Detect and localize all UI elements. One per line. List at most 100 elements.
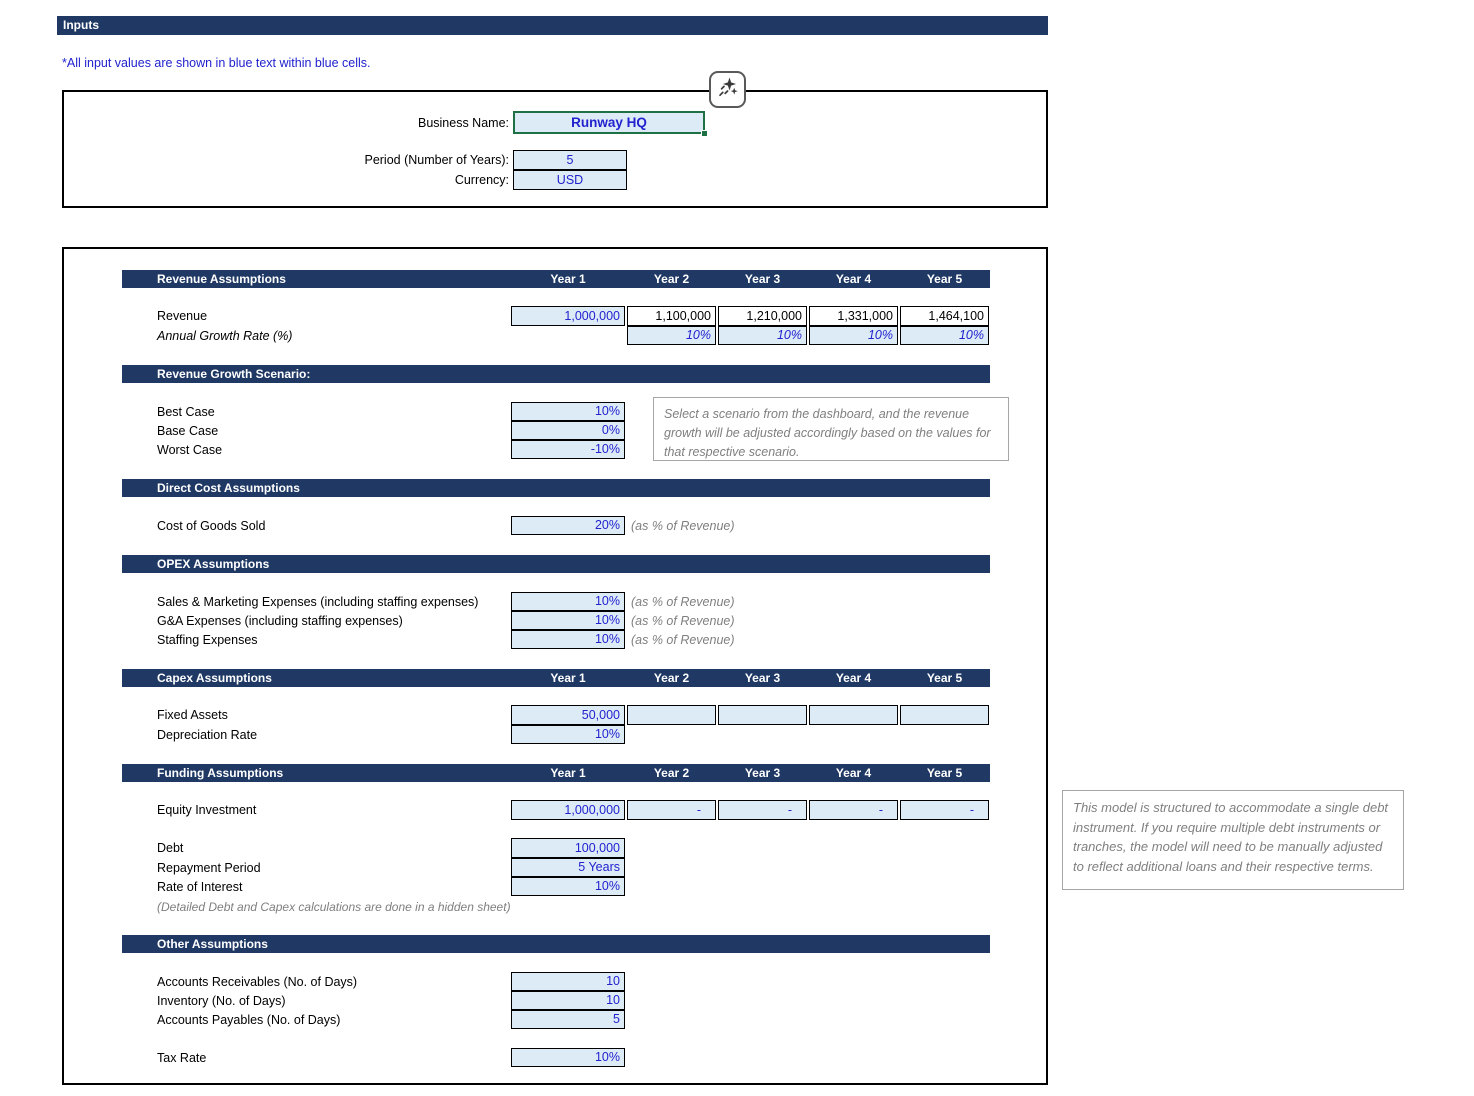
sales-marketing-row: Sales & Marketing Expenses (including st… bbox=[122, 592, 990, 611]
setup-box: Business Name: Runway HQ Period (Number … bbox=[62, 90, 1048, 208]
section-bar-direct-cost: Direct Cost Assumptions bbox=[122, 479, 990, 497]
sales-marketing-label: Sales & Marketing Expenses (including st… bbox=[122, 595, 510, 609]
year-header-1: Year 1 bbox=[510, 270, 626, 288]
growth-y2-cell[interactable]: 10% bbox=[627, 326, 716, 345]
fixed-assets-y5-cell[interactable] bbox=[900, 705, 989, 725]
section-title-capex: Capex Assumptions bbox=[122, 669, 510, 687]
base-case-label: Base Case bbox=[122, 424, 510, 438]
fixed-assets-y4-cell[interactable] bbox=[809, 705, 898, 725]
input-convention-note: *All input values are shown in blue text… bbox=[62, 56, 371, 70]
repayment-row: Repayment Period 5 Years bbox=[122, 858, 990, 877]
staffing-expenses-cell[interactable]: 10% bbox=[511, 630, 625, 649]
staffing-expenses-label: Staffing Expenses bbox=[122, 633, 510, 647]
business-name-input[interactable]: Runway HQ bbox=[513, 111, 705, 134]
revenue-y1-cell[interactable]: 1,000,000 bbox=[511, 306, 625, 326]
tax-rate-row: Tax Rate 10% bbox=[122, 1048, 990, 1067]
equity-row: Equity Investment 1,000,000 - - - - bbox=[122, 800, 990, 820]
inventory-label: Inventory (No. of Days) bbox=[122, 994, 510, 1008]
section-title-opex: OPEX Assumptions bbox=[122, 555, 510, 573]
sparkle-wand-icon bbox=[716, 75, 740, 104]
section-title-other: Other Assumptions bbox=[122, 935, 510, 953]
growth-rate-label: Annual Growth Rate (%) bbox=[122, 329, 510, 343]
sales-marketing-cell[interactable]: 10% bbox=[511, 592, 625, 611]
debt-instrument-note: This model is structured to accommodate … bbox=[1062, 790, 1404, 890]
interest-cell[interactable]: 10% bbox=[511, 877, 625, 896]
fixed-assets-y3-cell[interactable] bbox=[718, 705, 807, 725]
section-title-scenario: Revenue Growth Scenario: bbox=[122, 365, 510, 383]
fixed-assets-row: Fixed Assets 50,000 bbox=[122, 705, 990, 725]
debt-cell[interactable]: 100,000 bbox=[511, 838, 625, 858]
ga-expenses-label: G&A Expenses (including staffing expense… bbox=[122, 614, 510, 628]
ga-expenses-suffix: (as % of Revenue) bbox=[626, 614, 990, 628]
staffing-expenses-row: Staffing Expenses 10% (as % of Revenue) bbox=[122, 630, 990, 649]
year-header-2: Year 2 bbox=[626, 270, 717, 288]
year-header-3: Year 3 bbox=[717, 669, 808, 687]
year-header-4: Year 4 bbox=[808, 764, 899, 782]
quick-analysis-button[interactable] bbox=[709, 71, 746, 108]
ga-expenses-cell[interactable]: 10% bbox=[511, 611, 625, 630]
debt-row: Debt 100,000 bbox=[122, 838, 990, 858]
base-case-cell[interactable]: 0% bbox=[511, 421, 625, 440]
fixed-assets-y2-cell[interactable] bbox=[627, 705, 716, 725]
cogs-cell[interactable]: 20% bbox=[511, 516, 625, 535]
period-label: Period (Number of Years): bbox=[64, 153, 509, 167]
revenue-row: Revenue 1,000,000 1,100,000 1,210,000 1,… bbox=[122, 306, 990, 326]
sales-marketing-suffix: (as % of Revenue) bbox=[626, 595, 990, 609]
revenue-y3-cell[interactable]: 1,210,000 bbox=[718, 306, 807, 326]
equity-y4-cell[interactable]: - bbox=[809, 800, 898, 820]
revenue-y5-cell[interactable]: 1,464,100 bbox=[900, 306, 989, 326]
year-header-2: Year 2 bbox=[626, 669, 717, 687]
depreciation-cell[interactable]: 10% bbox=[511, 725, 625, 744]
revenue-label: Revenue bbox=[122, 309, 510, 323]
worst-case-cell[interactable]: -10% bbox=[511, 440, 625, 459]
selection-fill-handle[interactable] bbox=[701, 130, 708, 137]
depreciation-row: Depreciation Rate 10% bbox=[122, 725, 990, 744]
growth-y3-cell[interactable]: 10% bbox=[718, 326, 807, 345]
growth-y5-cell[interactable]: 10% bbox=[900, 326, 989, 345]
year-header-5: Year 5 bbox=[899, 270, 990, 288]
receivables-row: Accounts Receivables (No. of Days) 10 bbox=[122, 972, 990, 991]
year-header-5: Year 5 bbox=[899, 669, 990, 687]
ga-expenses-row: G&A Expenses (including staffing expense… bbox=[122, 611, 990, 630]
section-bar-capex: Capex Assumptions Year 1 Year 2 Year 3 Y… bbox=[122, 669, 990, 687]
business-name-label: Business Name: bbox=[64, 116, 509, 130]
equity-y2-cell[interactable]: - bbox=[627, 800, 716, 820]
interest-label: Rate of Interest bbox=[122, 880, 510, 894]
period-input[interactable]: 5 bbox=[513, 150, 627, 170]
equity-y3-cell[interactable]: - bbox=[718, 800, 807, 820]
year-header-2: Year 2 bbox=[626, 764, 717, 782]
repayment-label: Repayment Period bbox=[122, 861, 510, 875]
year-header-4: Year 4 bbox=[808, 270, 899, 288]
tax-rate-cell[interactable]: 10% bbox=[511, 1048, 625, 1067]
receivables-label: Accounts Receivables (No. of Days) bbox=[122, 975, 510, 989]
equity-y5-cell[interactable]: - bbox=[900, 800, 989, 820]
inventory-row: Inventory (No. of Days) 10 bbox=[122, 991, 990, 1010]
equity-y1-cell[interactable]: 1,000,000 bbox=[511, 800, 625, 820]
fixed-assets-label: Fixed Assets bbox=[122, 708, 510, 722]
section-bar-other: Other Assumptions bbox=[122, 935, 990, 953]
currency-input[interactable]: USD bbox=[513, 170, 627, 190]
year-header-3: Year 3 bbox=[717, 764, 808, 782]
section-title-direct-cost: Direct Cost Assumptions bbox=[122, 479, 510, 497]
cogs-label: Cost of Goods Sold bbox=[122, 519, 510, 533]
best-case-cell[interactable]: 10% bbox=[511, 402, 625, 421]
revenue-y4-cell[interactable]: 1,331,000 bbox=[809, 306, 898, 326]
receivables-cell[interactable]: 10 bbox=[511, 972, 625, 991]
revenue-y2-cell[interactable]: 1,100,000 bbox=[627, 306, 716, 326]
section-bar-revenue: Revenue Assumptions Year 1 Year 2 Year 3… bbox=[122, 270, 990, 288]
section-bar-opex: OPEX Assumptions bbox=[122, 555, 990, 573]
staffing-expenses-suffix: (as % of Revenue) bbox=[626, 633, 990, 647]
year-header-1: Year 1 bbox=[510, 764, 626, 782]
payables-cell[interactable]: 5 bbox=[511, 1010, 625, 1029]
scenario-note: Select a scenario from the dashboard, an… bbox=[653, 397, 1009, 461]
repayment-cell[interactable]: 5 Years bbox=[511, 858, 625, 877]
section-title-funding: Funding Assumptions bbox=[122, 764, 510, 782]
currency-label: Currency: bbox=[64, 173, 509, 187]
section-title-revenue: Revenue Assumptions bbox=[122, 270, 510, 288]
section-bar-funding: Funding Assumptions Year 1 Year 2 Year 3… bbox=[122, 764, 990, 782]
cogs-row: Cost of Goods Sold 20% (as % of Revenue) bbox=[122, 516, 990, 535]
inventory-cell[interactable]: 10 bbox=[511, 991, 625, 1010]
fixed-assets-y1-cell[interactable]: 50,000 bbox=[511, 705, 625, 725]
growth-y4-cell[interactable]: 10% bbox=[809, 326, 898, 345]
section-bar-scenario: Revenue Growth Scenario: bbox=[122, 365, 990, 383]
